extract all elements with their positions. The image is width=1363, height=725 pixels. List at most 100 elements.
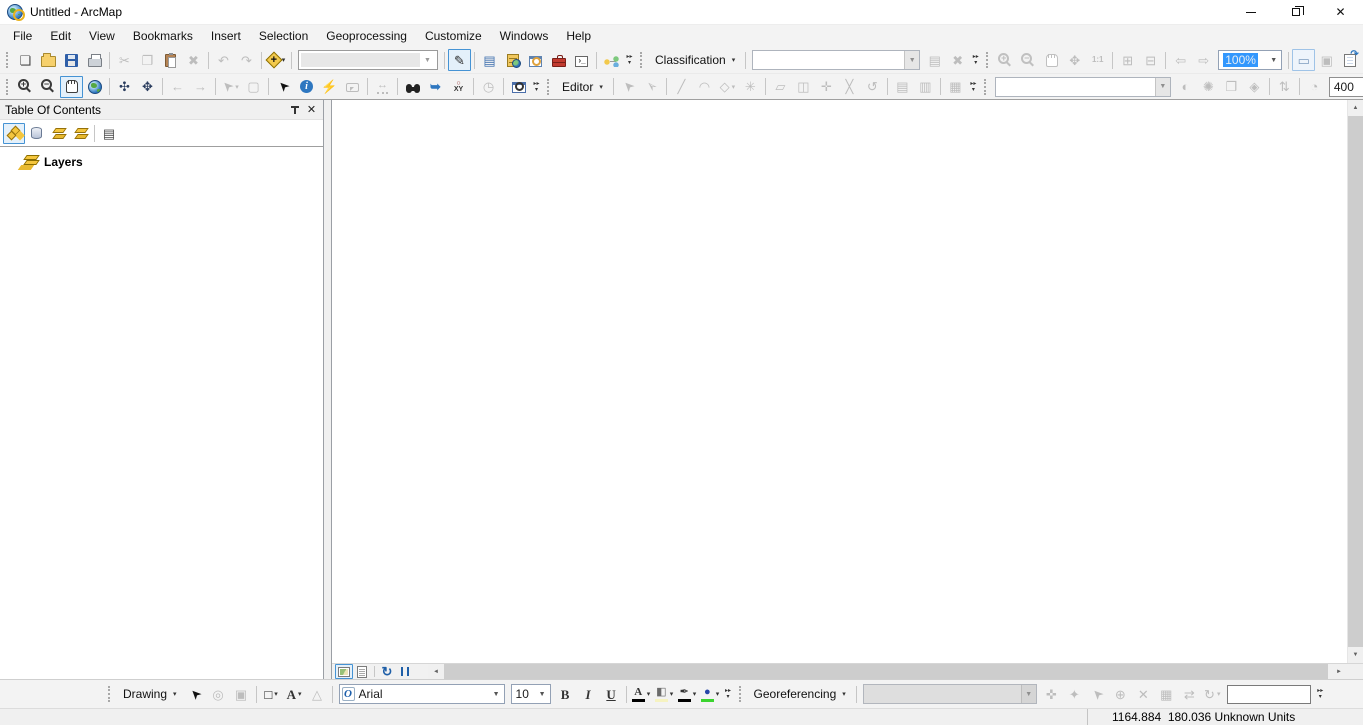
measure-button[interactable]: ↔ [371, 76, 394, 98]
fill-color-button[interactable]: ◧ ▾ [653, 683, 676, 705]
construction-tools-button[interactable]: ◇ ▾ [716, 76, 739, 98]
clear-selected-features-button[interactable]: ▢ [242, 76, 265, 98]
italic-button[interactable]: I [577, 683, 600, 705]
menu-bookmarks[interactable]: Bookmarks [124, 25, 202, 47]
select-features-button[interactable]: ➤ ▾ [219, 76, 242, 98]
menu-insert[interactable]: Insert [202, 25, 250, 47]
layout-pan-button[interactable] [1040, 49, 1063, 71]
font-color-button[interactable]: A ▾ [630, 683, 653, 705]
combo-dropdown-icon[interactable]: ▼ [420, 53, 435, 67]
go-to-xy-button[interactable]: XY [447, 76, 470, 98]
layout-zoom-percent-combo[interactable]: 100% ▼ [1218, 50, 1283, 70]
pan-button[interactable] [60, 75, 83, 98]
minimize-button[interactable] [1228, 0, 1273, 24]
html-popup-button[interactable] [341, 76, 364, 98]
cut-polygons-button[interactable]: ▱ [769, 76, 792, 98]
menu-customize[interactable]: Customize [416, 25, 491, 47]
dim-button[interactable]: ◈ [1243, 76, 1266, 98]
combo-dropdown-icon[interactable]: ▼ [489, 685, 504, 703]
font-size-combo[interactable]: 10 ▼ [510, 684, 551, 704]
combo-dropdown-icon[interactable]: ▼ [904, 51, 920, 69]
combo-dropdown-icon[interactable]: ▼ [1020, 685, 1036, 703]
toc-splitter[interactable] [324, 100, 331, 679]
update-display-button[interactable]: ⇄ [1178, 683, 1201, 705]
straight-segment-button[interactable]: ╱ [670, 76, 693, 98]
data-view-button[interactable] [335, 664, 353, 679]
forward-extent-button[interactable]: → [189, 76, 212, 98]
vertical-scroll-thumb[interactable] [1348, 116, 1363, 647]
endpoint-arc-button[interactable]: ◠ [693, 76, 716, 98]
layout-zoom-whole-page-button[interactable]: ✥ [1063, 49, 1086, 71]
zoom-to-selected-link-button[interactable]: ⊕ [1109, 683, 1132, 705]
next-extent-button[interactable]: ⇨ [1192, 49, 1215, 71]
brightness-button[interactable]: ✺ [1197, 76, 1220, 98]
midpoint-button[interactable]: ✳ [739, 76, 762, 98]
horizontal-scroll-thumb[interactable] [444, 664, 1328, 679]
select-elements-button[interactable]: ➤ [272, 76, 295, 98]
toc-layers-item[interactable]: Layers [0, 153, 323, 171]
save-button[interactable] [60, 49, 83, 71]
copy-button[interactable]: ❐ [136, 49, 159, 71]
fixed-zoom-in-button[interactable]: ✣ [113, 76, 136, 98]
list-by-visibility-button[interactable] [47, 123, 69, 144]
scroll-left-button[interactable]: ◄ [428, 664, 444, 679]
contrast-button[interactable]: ◐ [1174, 76, 1197, 98]
delete-selected-link-button[interactable]: ✕ [1132, 683, 1155, 705]
print-button[interactable] [83, 49, 106, 71]
drawing-select-elements-button[interactable]: ➤ [184, 683, 207, 705]
font-combo[interactable]: O Arial ▼ [338, 684, 505, 704]
layout-zoom-out-button[interactable]: − [1017, 49, 1040, 71]
modelbuilder-button[interactable] [600, 49, 623, 71]
map-vertical-scrollbar[interactable]: ▲ ▼ [1347, 100, 1363, 663]
redo-button[interactable]: ↷ [235, 49, 258, 71]
clear-training-samples-button[interactable]: ✖ [946, 49, 969, 71]
toc-pin-button[interactable] [286, 102, 303, 118]
select-link-button[interactable]: ➤ [1086, 683, 1109, 705]
standard-toolbar-overflow[interactable]: ▸▸ ▾ [623, 49, 636, 71]
list-by-source-button[interactable] [25, 123, 47, 144]
menu-windows[interactable]: Windows [491, 25, 558, 47]
refresh-view-button[interactable]: ↻ [378, 664, 396, 679]
drawing-menu-button[interactable]: Drawing ▾ [116, 683, 184, 705]
classification-menu-button[interactable]: Classification ▾ [648, 49, 742, 71]
map-horizontal-scrollbar[interactable]: ◄ ► [428, 664, 1347, 679]
georeferencing-menu-button[interactable]: Georeferencing ▾ [747, 683, 853, 705]
georeferencing-toolbar-overflow[interactable]: ▸▸ ▾ [1314, 683, 1327, 705]
add-control-points-button[interactable]: ✜ [1040, 683, 1063, 705]
restore-button[interactable] [1273, 0, 1318, 24]
menu-view[interactable]: View [80, 25, 124, 47]
menu-selection[interactable]: Selection [250, 25, 317, 47]
rotate-tool-button[interactable]: ↺ [861, 76, 884, 98]
layout-toolbar-grip[interactable] [986, 52, 989, 68]
menu-edit[interactable]: Edit [41, 25, 80, 47]
identify-button[interactable]: i [295, 76, 318, 98]
tools-toolbar-grip[interactable] [6, 78, 9, 95]
bold-button[interactable]: B [554, 683, 577, 705]
edit-tool-button[interactable]: ➤ [617, 76, 640, 98]
table-of-contents-button[interactable]: ▤ [478, 49, 501, 71]
map-canvas[interactable] [332, 100, 1347, 663]
toggle-draft-mode-button[interactable]: ▭ [1292, 49, 1316, 71]
list-by-selection-button[interactable] [69, 123, 91, 144]
line-intersection-button[interactable]: ╳ [838, 76, 861, 98]
classification-toolbar-overflow[interactable]: ▸▸ ▾ [969, 49, 982, 71]
editor-toolbar-toggle-button[interactable]: ✎ [448, 49, 471, 71]
previous-extent-button[interactable]: ⇦ [1169, 49, 1192, 71]
arctoolbox-button[interactable] [547, 49, 570, 71]
close-button[interactable]: ✕ [1318, 0, 1363, 24]
layout-zoom-100-button[interactable]: 1:1 [1086, 49, 1109, 71]
add-data-button[interactable]: ▾ [265, 49, 288, 71]
time-slider-button[interactable]: ◷ [477, 76, 500, 98]
zoom-in-button[interactable]: + [14, 76, 37, 98]
flicker-rate-spinner-value[interactable]: 400 [1328, 76, 1363, 97]
transparency-button[interactable]: ❐ [1220, 76, 1243, 98]
move-tool-button[interactable]: ✛ [815, 76, 838, 98]
new-map-button[interactable]: ❏ [14, 49, 37, 71]
layout-fixed-zoom-out-button[interactable]: ⊟ [1139, 49, 1162, 71]
view-link-table-button[interactable]: ▦ [1155, 683, 1178, 705]
layout-view-button[interactable] [353, 664, 371, 679]
undo-button[interactable]: ↶ [212, 49, 235, 71]
catalog-window-button[interactable] [501, 49, 524, 71]
zoom-to-selected-button[interactable]: ▣ [230, 683, 253, 705]
rotation-angle-input[interactable] [1226, 684, 1311, 704]
